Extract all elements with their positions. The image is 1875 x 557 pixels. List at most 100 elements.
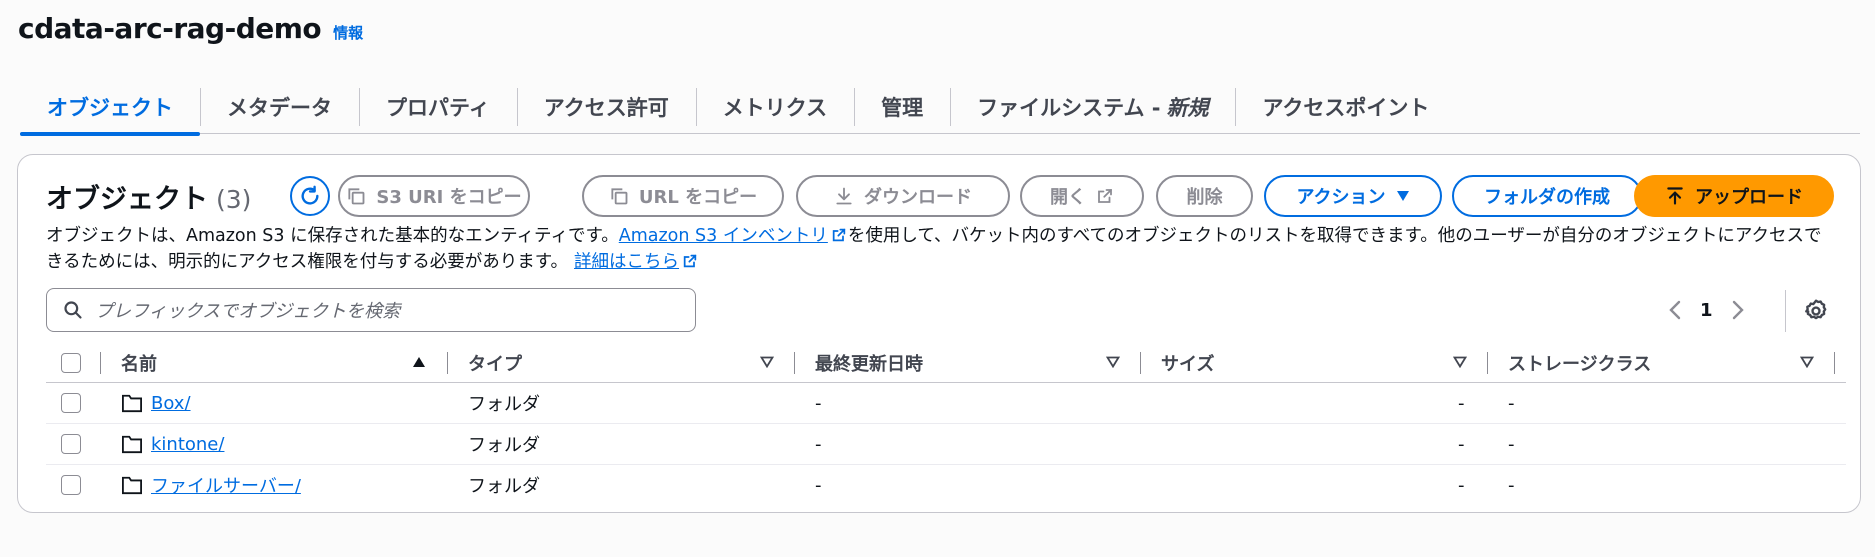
row-checkbox[interactable]: [61, 434, 81, 454]
gear-icon[interactable]: [1803, 298, 1829, 324]
column-label: 名前: [121, 354, 157, 375]
tab-file-system[interactable]: ファイルシステム - 新規: [950, 80, 1235, 134]
object-type: フォルダ: [468, 476, 540, 497]
tab-label: 管理: [881, 95, 924, 120]
tab-label: アクセスポイント: [1262, 95, 1430, 120]
objects-panel: オブジェクト (3) S3 URI をコピー URL をコピー ダウンロード 開…: [17, 154, 1861, 513]
tab-label: プロパティ: [386, 95, 490, 120]
folder-icon: [122, 476, 142, 495]
row-checkbox[interactable]: [61, 475, 81, 495]
copy-s3-uri-button[interactable]: S3 URI をコピー: [338, 175, 530, 217]
object-storage-class: -: [1508, 433, 1515, 455]
page-header: cdata-arc-rag-demo 情報: [18, 12, 363, 45]
panel-title-text: オブジェクト: [46, 184, 208, 215]
external-link-icon: [683, 254, 697, 268]
tab-management[interactable]: 管理: [854, 80, 950, 134]
search-input[interactable]: プレフィックスでオブジェクトを検索: [46, 288, 696, 332]
tab-metadata[interactable]: メタデータ: [200, 80, 359, 134]
tab-metrics[interactable]: メトリクス: [695, 80, 854, 134]
object-storage-class: -: [1508, 392, 1515, 414]
page-number[interactable]: 1: [1700, 300, 1713, 321]
pagination: 1: [1668, 288, 1745, 332]
object-name-link[interactable]: kintone/: [151, 434, 224, 455]
button-label: フォルダの作成: [1484, 187, 1610, 208]
object-modified: -: [815, 474, 822, 496]
chevron-right-icon[interactable]: [1731, 299, 1745, 321]
tab-label: メタデータ: [227, 95, 332, 120]
column-divider: [1487, 352, 1488, 374]
button-label: アップロード: [1695, 187, 1803, 208]
caret-down-icon: [1396, 191, 1409, 201]
copy-url-button[interactable]: URL をコピー: [582, 175, 784, 217]
search-icon: [64, 301, 82, 319]
tab-label: メトリクス: [722, 95, 828, 120]
object-size: -: [1458, 433, 1465, 455]
external-link-icon: [1098, 189, 1112, 203]
column-label: タイプ: [468, 354, 522, 375]
inventory-link[interactable]: Amazon S3 インベントリ: [619, 226, 828, 246]
table-row[interactable]: kintone/ フォルダ - - -: [46, 424, 1846, 465]
description: オブジェクトは、Amazon S3 に保存された基本的なエンティティです。Ama…: [46, 223, 1836, 275]
column-type[interactable]: タイプ: [468, 344, 522, 382]
chevron-left-icon[interactable]: [1668, 299, 1682, 321]
column-label: ストレージクラス: [1508, 354, 1652, 375]
tab-access-points[interactable]: アクセスポイント: [1235, 80, 1456, 134]
new-badge: 新規: [1166, 95, 1209, 120]
tab-label: オブジェクト: [47, 95, 173, 120]
row-checkbox[interactable]: [61, 393, 81, 413]
folder-icon: [122, 435, 142, 454]
tab-properties[interactable]: プロパティ: [359, 80, 517, 134]
button-label: 削除: [1186, 187, 1223, 208]
open-button[interactable]: 開く: [1020, 175, 1144, 217]
object-count: (3): [216, 185, 252, 214]
object-name-link[interactable]: ファイルサーバー/: [151, 472, 301, 498]
upload-button[interactable]: アップロード: [1634, 175, 1834, 217]
column-name[interactable]: 名前: [121, 344, 157, 382]
table-row[interactable]: ファイルサーバー/ フォルダ - - -: [46, 465, 1846, 506]
button-label: 開く: [1050, 187, 1086, 208]
actions-dropdown[interactable]: アクション: [1264, 175, 1442, 217]
delete-button[interactable]: 削除: [1156, 175, 1253, 217]
tab-permissions[interactable]: アクセス許可: [516, 80, 696, 134]
object-storage-class: -: [1508, 474, 1515, 496]
select-all-cell: [61, 344, 81, 382]
column-divider: [794, 352, 795, 374]
refresh-button[interactable]: [290, 176, 330, 216]
column-divider: [1834, 352, 1835, 374]
download-button[interactable]: ダウンロード: [796, 175, 1010, 217]
column-divider: [447, 352, 448, 374]
column-label: サイズ: [1161, 354, 1215, 375]
info-link[interactable]: 情報: [333, 22, 363, 43]
tab-label: ファイルシステム -: [977, 95, 1161, 120]
learn-more-link[interactable]: 詳細はこちら: [574, 252, 679, 272]
refresh-icon: [301, 185, 319, 205]
create-folder-button[interactable]: フォルダの作成: [1452, 175, 1642, 217]
sort-icon[interactable]: [760, 356, 774, 368]
column-divider: [1140, 352, 1141, 374]
object-name-link[interactable]: Box/: [151, 393, 191, 414]
button-label: アクション: [1296, 187, 1386, 208]
sort-icon[interactable]: [1106, 356, 1120, 368]
sort-icon[interactable]: [1800, 356, 1814, 368]
table-row[interactable]: Box/ フォルダ - - -: [46, 383, 1846, 424]
external-link-icon: [832, 228, 846, 242]
description-text: オブジェクトは、Amazon S3 に保存された基本的なエンティティです。: [46, 226, 619, 246]
divider: [1785, 290, 1786, 332]
column-divider: [100, 352, 101, 374]
tab-objects[interactable]: オブジェクト: [20, 80, 200, 136]
table-header: 名前 タイプ 最終更新日時 サイズ ストレージクラス: [46, 344, 1846, 383]
sort-icon[interactable]: [1453, 356, 1467, 368]
tab-bar: オブジェクト メタデータ プロパティ アクセス許可 メトリクス 管理 ファイルシ…: [20, 80, 1860, 136]
object-modified: -: [815, 433, 822, 455]
button-label: URL をコピー: [638, 187, 758, 208]
download-icon: [836, 187, 852, 205]
select-all-checkbox[interactable]: [61, 353, 81, 373]
column-label: 最終更新日時: [815, 354, 923, 375]
object-size: -: [1458, 474, 1465, 496]
button-label: ダウンロード: [864, 187, 972, 208]
column-storage-class[interactable]: ストレージクラス: [1508, 344, 1651, 382]
column-size[interactable]: サイズ: [1161, 344, 1214, 382]
sort-ascending-icon[interactable]: [412, 356, 426, 368]
column-last-modified[interactable]: 最終更新日時: [815, 344, 923, 382]
page-title: cdata-arc-rag-demo: [18, 12, 322, 45]
